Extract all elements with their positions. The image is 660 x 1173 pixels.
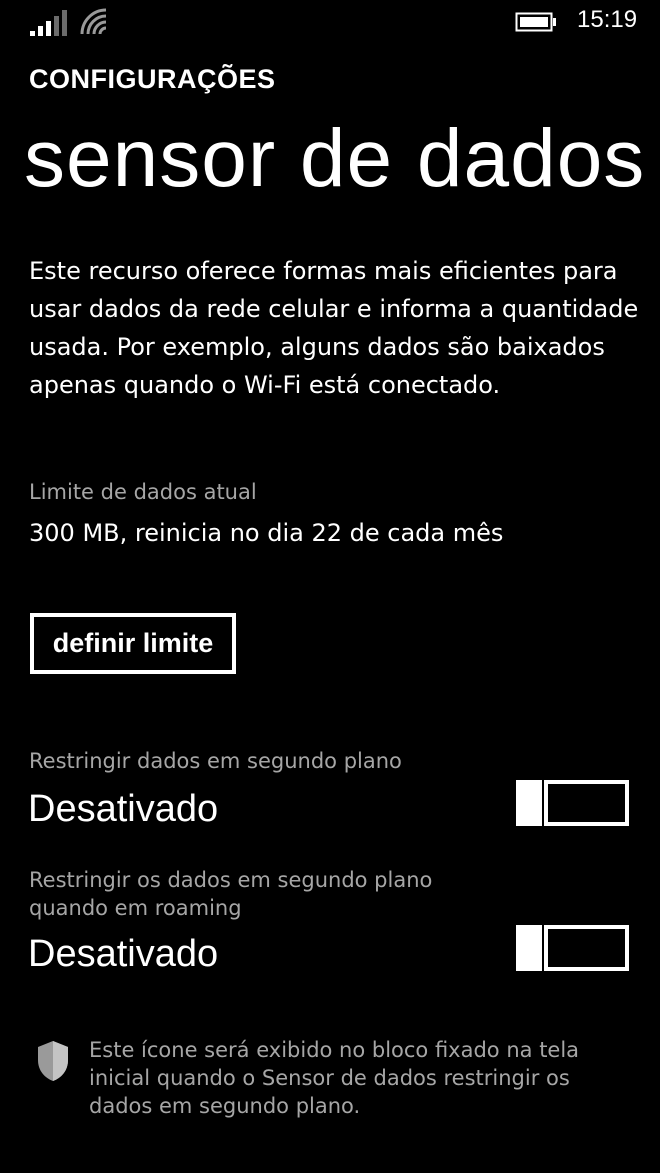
footer-note: Este ícone será exibido no bloco fixado …: [89, 1038, 580, 1118]
status-bar: 15:19: [0, 0, 660, 44]
battery-icon: [515, 12, 556, 32]
data-limit-value: 300 MB, reinicia no dia 22 de cada mês: [29, 519, 504, 547]
clock: 15:19: [577, 6, 638, 33]
toggle-track: [544, 925, 629, 971]
restrict-roaming-value: Desativado: [28, 933, 219, 975]
signal-strength-icon: [30, 10, 67, 36]
app-title: CONFIGURAÇÕES: [29, 64, 276, 94]
restrict-roaming-label: Restringir os dados em segundo plano qua…: [29, 868, 433, 920]
data-limit-label: Limite de dados atual: [29, 480, 257, 504]
wifi-icon: [80, 8, 107, 35]
restrict-background-value: Desativado: [28, 788, 219, 830]
restrict-background-label: Restringir dados em segundo plano: [29, 749, 402, 773]
restrict-roaming-toggle[interactable]: [516, 925, 629, 971]
toggle-track: [544, 780, 629, 826]
toggle-thumb[interactable]: [516, 925, 542, 971]
restrict-background-toggle[interactable]: [516, 780, 629, 826]
shield-icon: [38, 1041, 68, 1081]
toggle-thumb[interactable]: [516, 780, 542, 826]
set-limit-button[interactable]: definir limite: [30, 613, 236, 674]
page-title: sensor de dados: [24, 113, 646, 204]
feature-description: Este recurso oferece formas mais eficien…: [29, 257, 639, 399]
